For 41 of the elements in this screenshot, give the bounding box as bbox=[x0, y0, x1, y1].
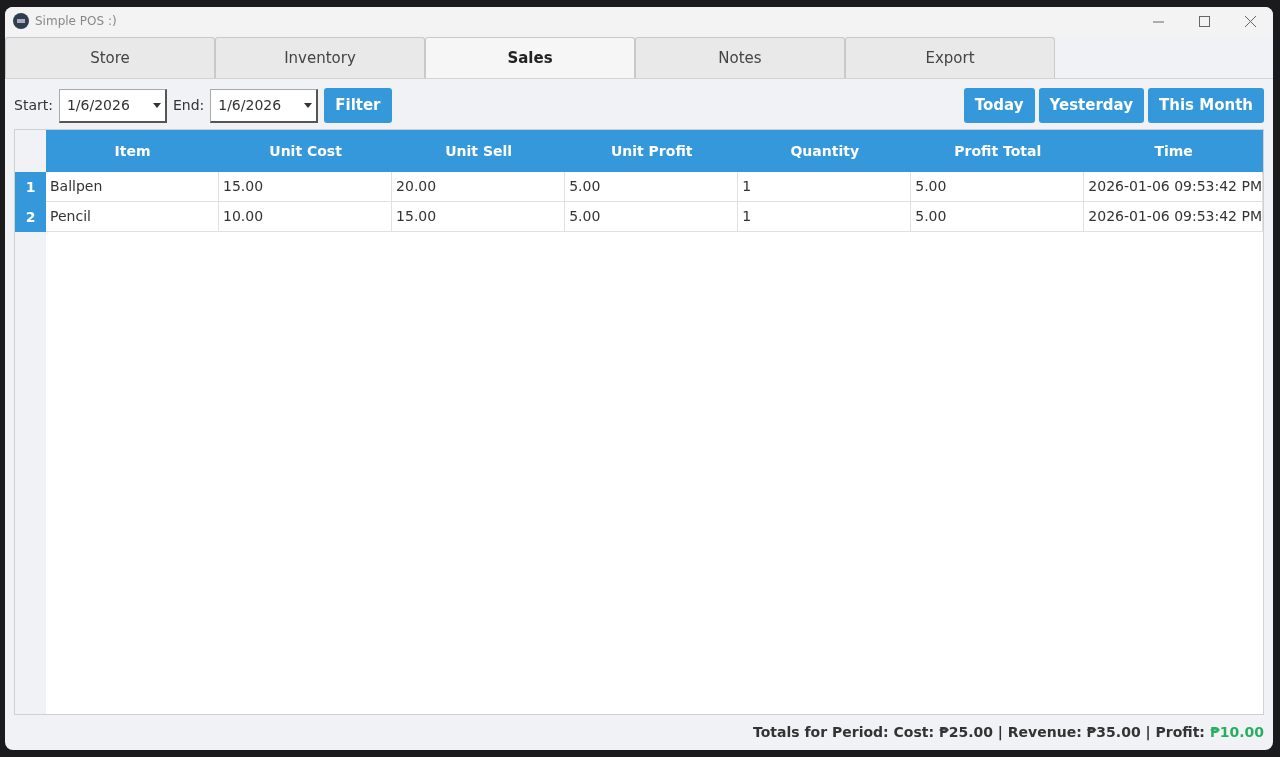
table-cell: 5.00 bbox=[565, 172, 739, 202]
tab[interactable]: Store bbox=[5, 37, 215, 78]
tab[interactable]: Inventory bbox=[215, 37, 425, 78]
table-cell: 10.00 bbox=[219, 202, 393, 232]
app-logo-icon bbox=[13, 13, 29, 29]
tab[interactable]: Export bbox=[845, 37, 1055, 78]
window-title: Simple POS :) bbox=[35, 13, 117, 30]
table-cell: 15.00 bbox=[392, 202, 566, 232]
dropdown-arrow-icon[interactable] bbox=[304, 102, 313, 108]
corner-header bbox=[15, 130, 46, 172]
table-cell: 20.00 bbox=[392, 172, 566, 202]
table-cell: 15.00 bbox=[219, 172, 393, 202]
table-cell: 1 bbox=[738, 202, 912, 232]
table-cell: 2026-01-06 09:53:42 PM bbox=[1084, 202, 1263, 232]
date-picker[interactable]: 1/6/2026 bbox=[210, 88, 319, 123]
table-cell: 2026-01-06 09:53:42 PM bbox=[1084, 172, 1263, 202]
tab[interactable]: Notes bbox=[635, 37, 845, 78]
table-cell: Ballpen bbox=[46, 172, 220, 202]
end-label: End: bbox=[172, 96, 205, 115]
dropdown-arrow-icon[interactable] bbox=[152, 102, 161, 108]
table-cell: 1 bbox=[738, 172, 912, 202]
row-number: 1 bbox=[15, 172, 46, 202]
totals-text: Totals for Period: Cost: ₱25.00 | Revenue: ₱35.00 | Profit: bbox=[753, 723, 1205, 743]
row-number: 2 bbox=[15, 202, 46, 232]
column-header: Unit Cost bbox=[219, 130, 393, 172]
maximize-icon[interactable] bbox=[1198, 15, 1210, 27]
tab[interactable]: Sales bbox=[425, 37, 635, 78]
table-cell: Pencil bbox=[46, 202, 220, 232]
column-header: Time bbox=[1084, 130, 1263, 172]
date-picker[interactable]: 1/6/2026 bbox=[58, 88, 167, 123]
column-header: Profit Total bbox=[911, 130, 1085, 172]
table-cell: 5.00 bbox=[911, 172, 1085, 202]
column-header: Quantity bbox=[738, 130, 912, 172]
column-header: Unit Sell bbox=[392, 130, 566, 172]
table-cell: 5.00 bbox=[911, 202, 1085, 232]
table-cell: 5.00 bbox=[565, 202, 739, 232]
column-header: Item bbox=[46, 130, 220, 172]
profit-value: ₱10.00 bbox=[1209, 723, 1264, 742]
column-header: Unit Profit bbox=[565, 130, 739, 172]
close-icon[interactable] bbox=[1244, 15, 1256, 27]
start-label: Start: bbox=[14, 96, 53, 115]
